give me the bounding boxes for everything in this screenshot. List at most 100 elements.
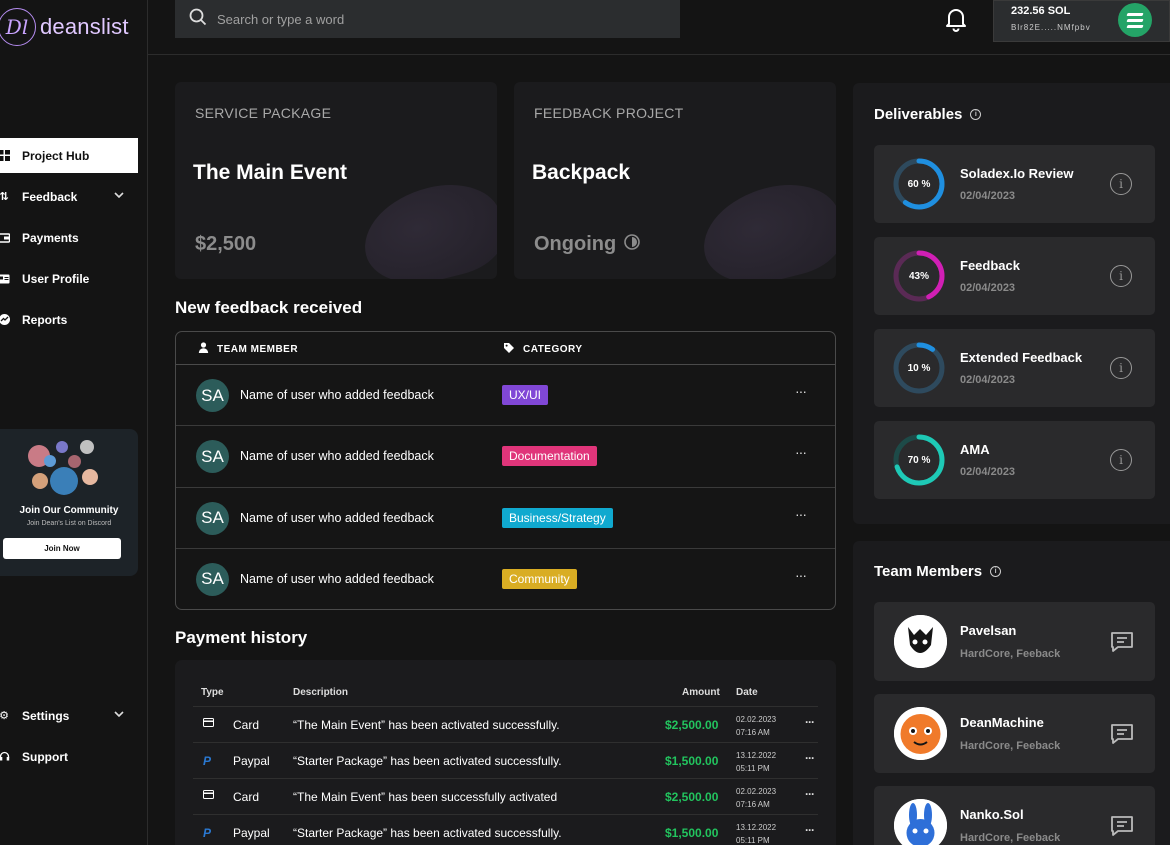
wallet-widget[interactable]: 232.56 SOL Blr82E.....NMfpbv xyxy=(993,0,1170,42)
more-options-icon[interactable]: ··· xyxy=(795,506,807,522)
avatar xyxy=(44,455,56,467)
time-text: 05:11 PM xyxy=(736,764,770,773)
deliverable-card[interactable]: 43% Feedback 02/04/2023 i xyxy=(874,237,1155,315)
more-options-icon[interactable]: ··· xyxy=(805,823,815,837)
member-card[interactable]: DeanMachine HardCore, Feeback xyxy=(874,694,1155,773)
payment-description: “The Main Event” has been activated succ… xyxy=(293,718,560,732)
more-options-icon[interactable]: ··· xyxy=(795,567,807,583)
info-icon[interactable]: i xyxy=(1110,449,1132,471)
nav-item-settings[interactable]: ⚙ Settings xyxy=(0,698,138,733)
bell-icon[interactable] xyxy=(943,6,969,37)
user-name: Name of user who added feedback xyxy=(240,510,434,525)
date-text: 02.02.2023 xyxy=(736,787,777,796)
card-title: The Main Event xyxy=(193,161,348,184)
payment-description: “Starter Package” has been activated suc… xyxy=(293,826,562,840)
payment-type: Paypal xyxy=(233,754,270,768)
avatar xyxy=(82,469,98,485)
deliverable-card[interactable]: 60 % Soladex.Io Review 02/04/2023 i xyxy=(874,145,1155,223)
avatar: SA xyxy=(196,501,229,535)
team-members-title: Team Members i xyxy=(874,563,1002,580)
info-icon[interactable]: i xyxy=(990,566,1002,577)
member-name: Pavelsan xyxy=(960,623,1017,638)
deliverable-card[interactable]: 70 % AMA 02/04/2023 i xyxy=(874,421,1155,499)
chat-icon[interactable] xyxy=(1110,723,1134,750)
member-name: DeanMachine xyxy=(960,715,1044,730)
logo[interactable]: Dl deanslist xyxy=(0,8,129,46)
deliverables-panel: Deliverables i 60 % Soladex.Io Review 02… xyxy=(853,83,1170,524)
card-status: Ongoing xyxy=(534,233,641,256)
category-badge: Documentation xyxy=(502,446,597,467)
avatar xyxy=(50,467,78,495)
table-row[interactable]: SA Name of user who added feedback Docum… xyxy=(176,426,835,488)
table-row[interactable]: P Paypal “Starter Package” has been acti… xyxy=(193,742,818,778)
logo-text: deanslist xyxy=(40,14,129,39)
feedback-project-card[interactable]: FEEDBACK PROJECT Backpack Ongoing xyxy=(514,82,836,279)
avatar xyxy=(894,615,947,668)
search-icon xyxy=(189,8,207,31)
chat-icon[interactable] xyxy=(1110,631,1134,658)
top-bar: 232.56 SOL Blr82E.....NMfpbv xyxy=(148,0,1170,55)
wallet-address: Blr82E.....NMfpbv xyxy=(1011,23,1091,32)
payment-amount: $2,500.00 xyxy=(665,718,719,732)
chevron-down-icon[interactable] xyxy=(114,709,124,720)
chevron-down-icon[interactable] xyxy=(114,190,124,201)
date-text: 13.12.2022 xyxy=(736,823,777,832)
deliverable-card[interactable]: 10 % Extended Feedback 02/04/2023 i xyxy=(874,329,1155,407)
table-row[interactable]: SA Name of user who added feedback Commu… xyxy=(176,549,835,609)
card-icon xyxy=(203,718,214,730)
member-card[interactable]: Pavelsan HardCore, Feeback xyxy=(874,602,1155,681)
search-bar[interactable] xyxy=(175,0,680,38)
table-row[interactable]: Card “The Main Event” has been successfu… xyxy=(193,778,818,814)
more-options-icon[interactable]: ··· xyxy=(795,444,807,460)
nav-item-project-hub[interactable]: Project Hub xyxy=(0,138,138,173)
more-options-icon[interactable]: ··· xyxy=(795,383,807,399)
member-role: HardCore, Feeback xyxy=(960,740,1061,752)
table-row[interactable]: SA Name of user who added feedback UX/UI… xyxy=(176,365,835,427)
wallet-icon xyxy=(0,232,10,244)
avatar: SA xyxy=(196,440,229,474)
category-badge: UX/UI xyxy=(502,385,549,405)
date-text: 13.12.2022 xyxy=(736,751,777,760)
nav-item-feedback[interactable]: ⇅ Feedback xyxy=(0,179,138,214)
column-amount: Amount xyxy=(682,687,720,698)
nav-label: Feedback xyxy=(22,189,78,204)
chat-icon[interactable] xyxy=(1110,815,1134,842)
nav-label: Project Hub xyxy=(22,148,90,163)
member-card[interactable]: Nanko.Sol HardCore, Feeback xyxy=(874,786,1155,845)
deliverable-date: 02/04/2023 xyxy=(960,282,1016,294)
nav-item-reports[interactable]: Reports xyxy=(0,302,138,337)
gear-icon: ⚙ xyxy=(0,710,9,722)
avatar xyxy=(68,455,81,468)
table-row[interactable]: Card “The Main Event” has been activated… xyxy=(193,706,818,742)
avatar xyxy=(32,473,48,489)
user-name: Name of user who added feedback xyxy=(240,449,434,464)
column-team-member: TEAM MEMBER xyxy=(198,342,298,356)
info-icon[interactable]: i xyxy=(970,109,982,120)
more-options-icon[interactable]: ··· xyxy=(805,751,815,765)
table-row[interactable]: SA Name of user who added feedback Busin… xyxy=(176,488,835,549)
more-options-icon[interactable]: ··· xyxy=(805,715,815,729)
sidebar: Dl deanslist Project Hub ⇅ Feedback Paym… xyxy=(0,0,148,845)
service-package-card[interactable]: SERVICE PACKAGE The Main Event $2,500 xyxy=(175,82,497,279)
column-category: CATEGORY xyxy=(503,342,583,357)
search-input[interactable] xyxy=(217,11,657,27)
info-icon[interactable]: i xyxy=(1110,265,1132,287)
nav-item-payments[interactable]: Payments xyxy=(0,220,138,255)
table-row[interactable]: P Paypal “Starter Package” has been acti… xyxy=(193,814,818,845)
info-icon[interactable]: i xyxy=(1110,357,1132,379)
join-now-button[interactable]: Join Now xyxy=(3,538,121,559)
nav-item-support[interactable]: Support xyxy=(0,739,138,774)
payment-date: 02.02.2023 07:16 AM xyxy=(736,713,776,739)
deliverable-name: Feedback xyxy=(960,258,1020,273)
member-role: HardCore, Feeback xyxy=(960,648,1061,660)
payment-description: “Starter Package” has been activated suc… xyxy=(293,754,562,768)
nav-item-user-profile[interactable]: User Profile xyxy=(0,261,138,296)
payment-type: Card xyxy=(233,718,260,732)
progress-label: 10 % xyxy=(907,362,931,374)
avatar: SA xyxy=(196,379,229,412)
card-label: SERVICE PACKAGE xyxy=(195,105,332,121)
more-options-icon[interactable]: ··· xyxy=(805,787,815,801)
info-icon[interactable]: i xyxy=(1110,173,1132,195)
decorative-blob xyxy=(692,172,836,279)
avatar xyxy=(894,707,947,760)
